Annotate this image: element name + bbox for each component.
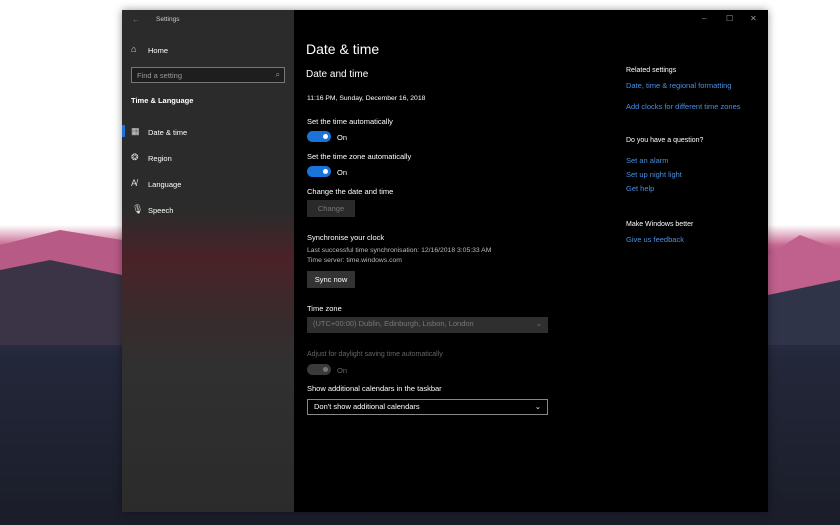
microphone-icon: 🎙︎: [132, 204, 144, 214]
dst-label: Adjust for daylight saving time automati…: [307, 351, 443, 358]
sidebar-item-label: Region: [148, 154, 172, 163]
sidebar-item-label: Speech: [148, 206, 174, 215]
language-icon: A̸: [131, 178, 138, 188]
settings-window: ← Settings ⌂ Home Find a setting ⌕ Time …: [122, 10, 768, 512]
back-button[interactable]: ←: [132, 15, 140, 24]
section-title: Date and time: [306, 69, 369, 80]
chevron-down-icon: ⌄: [534, 402, 541, 411]
timezone-value: (UTC+00:00) Dublin, Edinburgh, Lisbon, L…: [313, 319, 474, 328]
search-placeholder: Find a setting: [137, 71, 183, 80]
set-tz-auto-toggle[interactable]: [307, 166, 331, 177]
minimize-button[interactable]: –: [702, 14, 706, 23]
link-set-alarm[interactable]: Set an alarm: [626, 156, 669, 165]
timezone-select[interactable]: (UTC+00:00) Dublin, Edinburgh, Lisbon, L…: [307, 317, 548, 333]
chevron-down-icon: ⌄: [535, 319, 542, 328]
link-add-clocks[interactable]: Add clocks for different time zones: [626, 102, 741, 111]
calendars-label: Show additional calendars in the taskbar: [307, 384, 442, 393]
set-tz-auto-label: Set the time zone automatically: [307, 152, 412, 161]
link-feedback[interactable]: Give us feedback: [626, 235, 684, 244]
maximize-button[interactable]: ☐: [726, 14, 733, 23]
calendars-value: Don't show additional calendars: [314, 402, 420, 411]
calendar-clock-icon: ▦: [131, 126, 140, 136]
set-tz-auto-state: On: [337, 168, 348, 177]
selected-indicator: [122, 125, 125, 137]
sidebar-item-label: Date & time: [148, 128, 188, 137]
dst-toggle[interactable]: [307, 364, 331, 375]
last-sync: Last successful time synchronisation: 12…: [307, 247, 492, 254]
set-time-auto-state: On: [337, 133, 348, 142]
sidebar: ← Settings ⌂ Home Find a setting ⌕ Time …: [122, 10, 294, 512]
time-server: Time server: time.windows.com: [307, 257, 402, 264]
question-title: Do you have a question?: [626, 137, 704, 144]
sync-now-button[interactable]: Sync now: [307, 271, 355, 288]
change-button[interactable]: Change: [307, 200, 355, 217]
related-title: Related settings: [626, 67, 677, 74]
dst-state: On: [337, 366, 348, 375]
sync-title: Synchronise your clock: [307, 233, 385, 242]
sidebar-item-label: Language: [148, 180, 182, 189]
set-time-auto-label: Set the time automatically: [307, 117, 393, 126]
timezone-label: Time zone: [307, 304, 342, 313]
current-datetime: 11:16 PM, Sunday, December 16, 2018: [307, 95, 426, 102]
section-heading: Time & Language: [131, 96, 194, 105]
home-label: Home: [148, 46, 169, 55]
better-title: Make Windows better: [626, 221, 694, 228]
search-input[interactable]: Find a setting ⌕: [131, 67, 285, 83]
link-get-help[interactable]: Get help: [626, 184, 654, 193]
change-label: Change the date and time: [307, 187, 394, 196]
link-night-light[interactable]: Set up night light: [626, 170, 682, 179]
set-time-auto-toggle[interactable]: [307, 131, 331, 142]
window-title: Settings: [156, 16, 180, 23]
globe-icon: ❂: [131, 152, 139, 162]
link-regional-formatting[interactable]: Date, time & regional formatting: [626, 81, 731, 90]
calendars-select[interactable]: Don't show additional calendars ⌄: [307, 399, 548, 415]
home-icon: ⌂: [131, 44, 137, 54]
page-title: Date & time: [306, 41, 380, 57]
close-button[interactable]: ✕: [750, 14, 757, 23]
search-icon: ⌕: [275, 70, 280, 79]
